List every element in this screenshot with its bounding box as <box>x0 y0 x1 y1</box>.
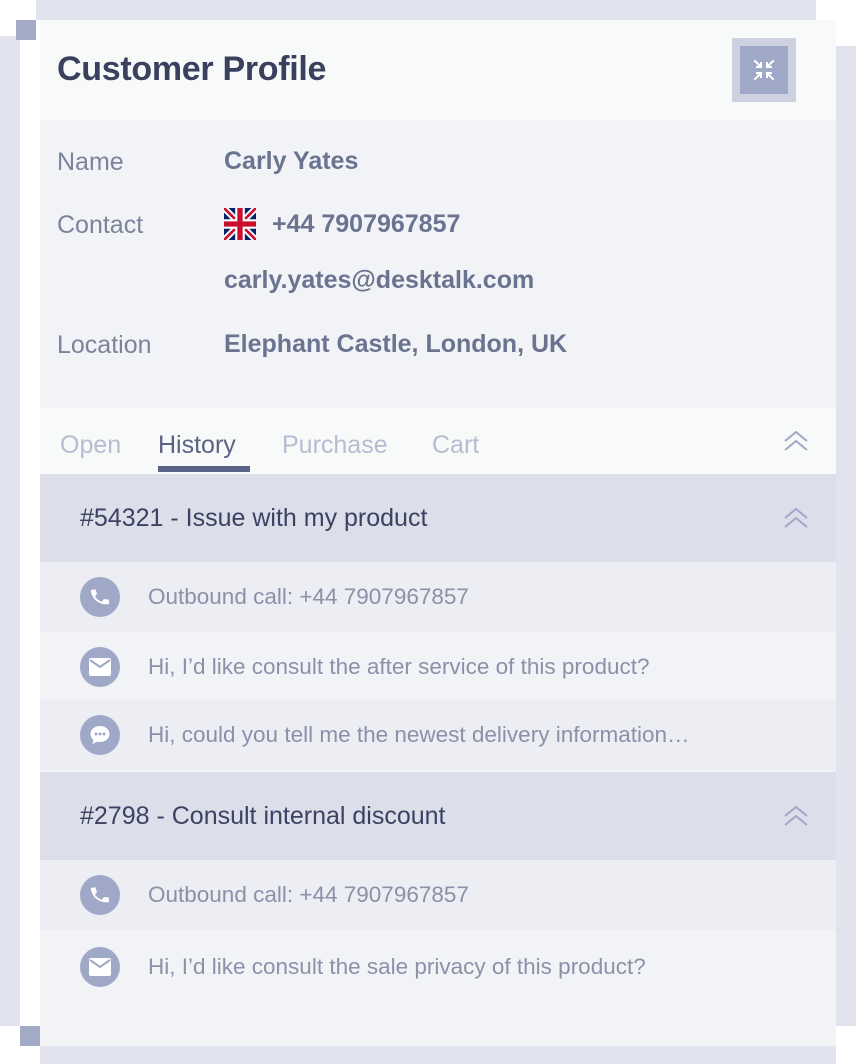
tab-cart[interactable]: Cart <box>432 431 479 460</box>
list-item-text: Hi, I’d like consult the after service o… <box>148 654 650 679</box>
location-label: Location <box>57 331 152 359</box>
chevron-double-up-icon[interactable] <box>783 429 809 453</box>
mail-icon <box>80 647 120 687</box>
list-item[interactable]: Hi, I’d like consult the after service o… <box>40 632 836 702</box>
name-label: Name <box>57 148 124 176</box>
ticket-header[interactable]: #2798 - Consult internal discount <box>40 772 836 860</box>
phone-icon <box>80 875 120 915</box>
list-item[interactable]: Outbound call: +44 7907967857 <box>40 860 836 930</box>
tab-history[interactable]: History <box>158 431 236 460</box>
tab-history-underline <box>158 466 250 472</box>
ticket-title: #2798 - Consult internal discount <box>80 802 446 830</box>
uk-flag-icon <box>221 205 259 243</box>
frame-left <box>0 36 20 1026</box>
chevron-double-up-icon[interactable] <box>783 804 809 828</box>
list-item[interactable]: Hi, could you tell me the newest deliver… <box>40 700 836 770</box>
collapse-button[interactable] <box>732 38 796 102</box>
frame-corner-bottom-left <box>20 1026 40 1046</box>
location-value: Elephant Castle, London, UK <box>224 330 568 358</box>
mail-icon <box>80 947 120 987</box>
frame-corner-top-left <box>16 20 36 40</box>
tab-open[interactable]: Open <box>60 431 121 460</box>
list-item-text: Outbound call: +44 7907967857 <box>148 584 469 609</box>
frame-right <box>836 46 856 1026</box>
list-item-text: Hi, I’d like consult the sale privacy of… <box>148 954 646 979</box>
chevron-double-up-icon[interactable] <box>783 506 809 530</box>
tab-bar: Open History Purchase Cart <box>40 408 836 474</box>
collapse-arrows-icon <box>740 46 788 94</box>
phone-icon <box>80 577 120 617</box>
customer-profile-card: Customer Profile Name Carly Yates Contac… <box>40 20 836 1046</box>
list-item[interactable]: Outbound call: +44 7907967857 <box>40 562 836 632</box>
list-item[interactable]: Hi, I’d like consult the sale privacy of… <box>40 932 836 1002</box>
phone-value[interactable]: +44 7907967857 <box>272 210 460 239</box>
name-value: Carly Yates <box>224 147 359 175</box>
email-value[interactable]: carly.yates@desktalk.com <box>224 266 534 295</box>
frame-bottom <box>40 1046 836 1064</box>
list-item-text: Hi, could you tell me the newest deliver… <box>148 722 690 747</box>
chat-icon <box>80 715 120 755</box>
contact-label: Contact <box>57 211 144 239</box>
ticket-title: #54321 - Issue with my product <box>80 504 428 532</box>
tab-purchase[interactable]: Purchase <box>282 431 388 460</box>
card-title: Customer Profile <box>57 50 327 88</box>
card-header: Customer Profile <box>40 20 836 120</box>
list-item-text: Outbound call: +44 7907967857 <box>148 882 469 907</box>
frame-top <box>36 0 816 20</box>
profile-info: Name Carly Yates Contact +44 7907967857 … <box>40 120 836 408</box>
ticket-header[interactable]: #54321 - Issue with my product <box>40 474 836 562</box>
